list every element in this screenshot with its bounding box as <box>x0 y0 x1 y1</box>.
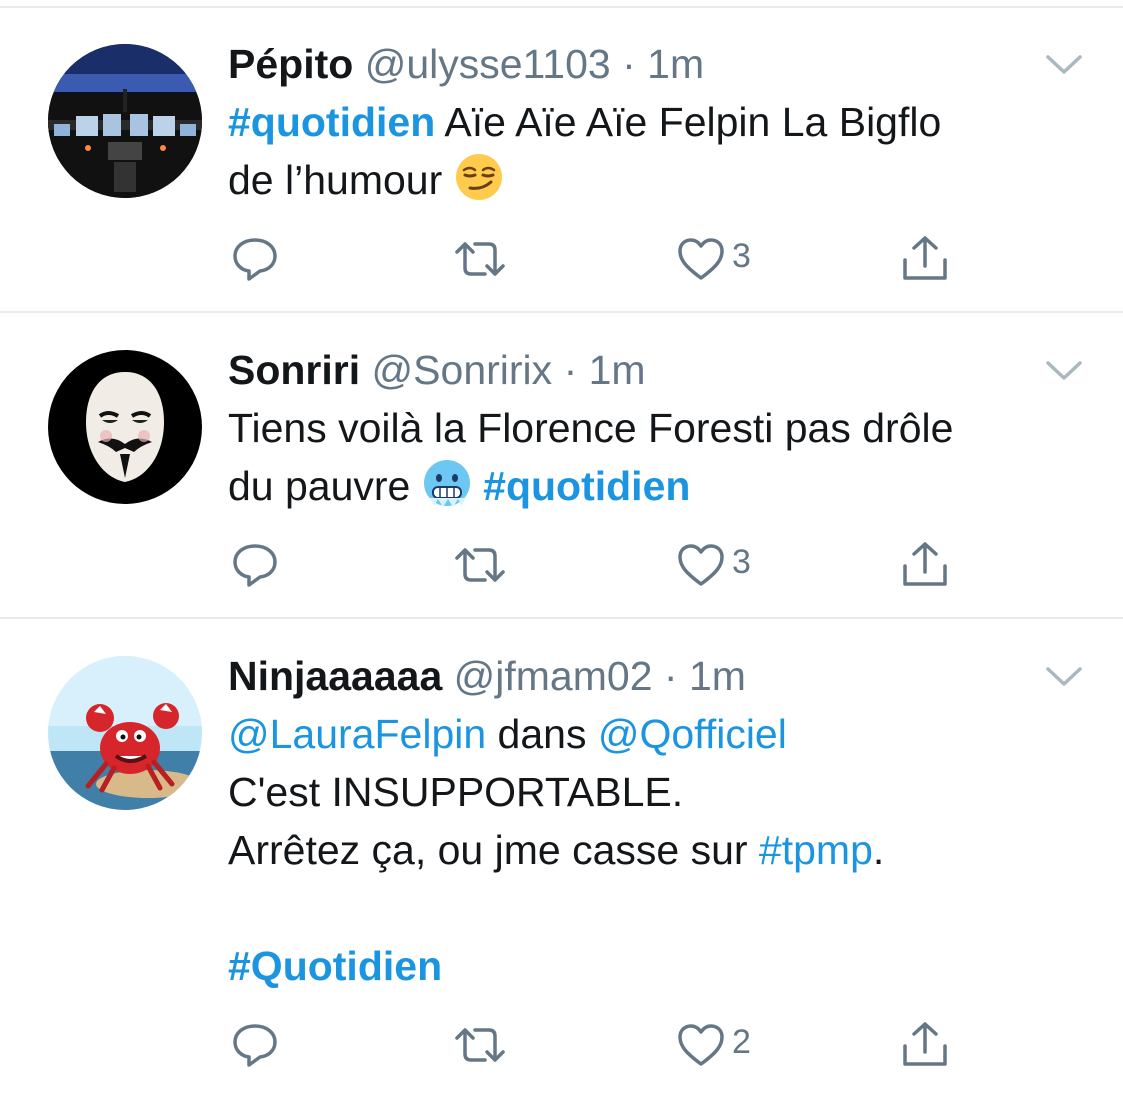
share-icon <box>903 236 947 280</box>
tweet-line: #Quotidien <box>228 937 1088 995</box>
user-handle[interactable]: @ulysse1103 <box>365 41 611 87</box>
reply-icon <box>233 544 277 587</box>
timestamp[interactable]: 1m <box>647 41 704 87</box>
tweet-actions: 3 <box>0 540 1123 590</box>
cold-face-emoji <box>423 460 470 507</box>
timestamp[interactable]: 1m <box>589 347 646 393</box>
reply-icon <box>233 238 277 281</box>
separator-dot: · <box>622 41 636 87</box>
user-handle[interactable]: @Sonririx <box>372 347 553 393</box>
retweet-icon <box>455 548 505 582</box>
heart-icon <box>678 1024 724 1066</box>
hashtag-link[interactable]: #Quotidien <box>228 943 442 989</box>
retweet-icon <box>455 242 505 276</box>
tweet-text-span: . <box>872 827 885 873</box>
tweet-line: du pauvre #quotidien <box>228 457 1088 515</box>
like-count: 3 <box>732 237 751 275</box>
retweet-icon <box>455 1028 505 1062</box>
share-icon <box>903 542 947 586</box>
avatar[interactable] <box>48 44 202 198</box>
cockpit-avatar-image <box>48 44 202 198</box>
avatar[interactable] <box>48 656 202 810</box>
tweet-actions: 3 <box>0 234 1123 284</box>
share-icon <box>903 1022 947 1066</box>
tweet-header: Sonriri @Sonririx · 1m <box>228 346 646 394</box>
tweet-line: de l’humour <box>228 151 1088 209</box>
tweet-header: Ninjaaaaaa @jfmam02 · 1m <box>228 652 746 700</box>
tweet-text-span: du pauvre <box>228 463 422 509</box>
tweet-actions: 2 <box>0 1020 1123 1070</box>
tweet-text: @LauraFelpin dans @Qofficiel C'est INSUP… <box>228 705 1088 995</box>
tweet-divider <box>0 311 1123 313</box>
chevron-down-icon[interactable] <box>1044 664 1084 690</box>
chevron-down-icon[interactable] <box>1044 358 1084 384</box>
tweet-line: Arrêtez ça, ou jme casse sur #tpmp. <box>228 821 1088 879</box>
mention-link[interactable]: @LauraFelpin <box>228 711 486 757</box>
hashtag-link[interactable]: #tpmp <box>759 827 873 873</box>
smirking-face-emoji <box>455 154 502 200</box>
reply-icon <box>233 1024 277 1067</box>
tweet-text-span: C'est INSUPPORTABLE. <box>228 769 684 815</box>
tweet-text-span: Arrêtez ça, ou jme casse sur <box>228 827 759 873</box>
top-divider <box>0 6 1123 8</box>
heart-icon <box>678 238 724 280</box>
mention-link[interactable]: @Qofficiel <box>598 711 787 757</box>
like-count: 3 <box>732 543 751 581</box>
hashtag-link[interactable]: #quotidien <box>228 99 435 145</box>
display-name[interactable]: Pépito <box>228 41 353 87</box>
display-name[interactable]: Sonriri <box>228 347 360 393</box>
display-name[interactable]: Ninjaaaaaa <box>228 653 442 699</box>
tweet-line: C'est INSUPPORTABLE. <box>228 763 1088 821</box>
heart-icon <box>678 544 724 586</box>
tweet-text-span: Aïe Aïe Aïe Felpin La Bigflo <box>435 99 942 145</box>
tweet-text-span: de l’humour <box>228 157 454 203</box>
tweet-line: Tiens voilà la Florence Foresti pas drôl… <box>228 399 1088 457</box>
separator-dot: · <box>663 653 678 699</box>
user-handle[interactable]: @jfmam02 <box>454 653 653 699</box>
guy-fawkes-mask-avatar-image <box>48 350 202 504</box>
like-count: 2 <box>732 1023 751 1061</box>
tweet-header: Pépito @ulysse1103 · 1m <box>228 40 704 88</box>
tweet-text: #quotidien Aïe Aïe Aïe Felpin La Bigflo … <box>228 93 1088 209</box>
avatar[interactable] <box>48 350 202 504</box>
chevron-down-icon[interactable] <box>1044 52 1084 78</box>
tweet-divider <box>0 617 1123 619</box>
tweet-text-span: Tiens voilà la Florence Foresti pas drôl… <box>228 405 954 451</box>
timestamp[interactable]: 1m <box>689 653 746 699</box>
tweet-text-span: dans <box>486 711 598 757</box>
tweet-text: Tiens voilà la Florence Foresti pas drôl… <box>228 399 1088 515</box>
tweet-line: @LauraFelpin dans @Qofficiel <box>228 705 1088 763</box>
cartoon-crab-avatar-image <box>48 656 202 810</box>
separator-dot: · <box>563 347 578 393</box>
tweet-line: #quotidien Aïe Aïe Aïe Felpin La Bigflo <box>228 93 1088 151</box>
hashtag-link[interactable]: #quotidien <box>483 463 690 509</box>
